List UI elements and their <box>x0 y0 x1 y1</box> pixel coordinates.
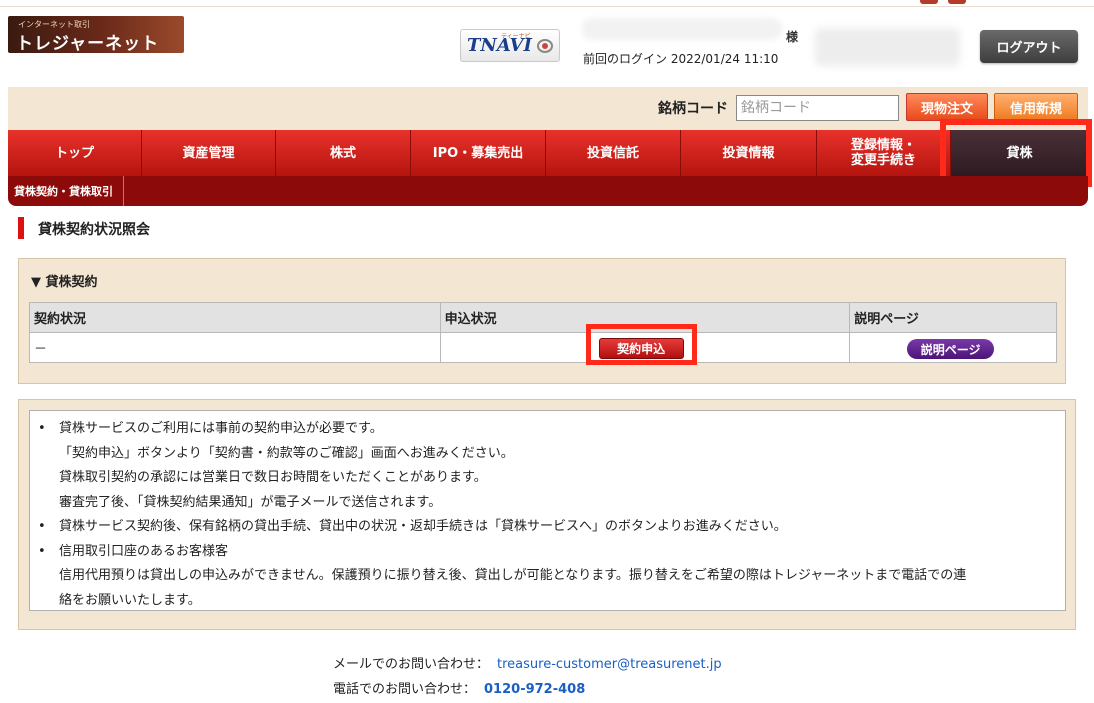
honorific: 様 <box>786 30 799 44</box>
note-line: • 貸株サービス契約後、保有銘柄の貸出手続、貸出中の状況・返却手続きは「貸株サービ… <box>38 515 1059 540</box>
column-header: 契約状況 <box>29 302 441 333</box>
contract-status: － <box>34 342 48 357</box>
subnav-lending-contract[interactable]: 貸株契約・貸株取引 <box>14 176 124 206</box>
stock-code-input[interactable] <box>736 95 899 121</box>
sub-nav: 貸株契約・貸株取引 <box>8 176 1088 206</box>
contract-status-cell: － <box>29 332 441 363</box>
header-divider <box>0 6 1094 7</box>
contract-panel: ▼ 貸株契約 契約状況 申込状況 説明ページ － 契約申込 説明ページ <box>18 258 1066 384</box>
application-status-cell: 契約申込 <box>439 324 851 365</box>
nav-top[interactable]: トップ <box>8 130 142 176</box>
table-header-row: 契約状況 申込状況 説明ページ <box>29 302 1057 333</box>
note-text: 絡をお願いいたします。 <box>59 592 201 608</box>
note-text: 貸株サービス契約後、保有銘柄の貸出手続、貸出中の状況・返却手続きは「貸株サービス… <box>59 519 787 534</box>
note-line: • 信用取引口座のあるお客様客 <box>38 540 1059 565</box>
margin-new-button[interactable]: 信用新規 <box>994 93 1078 121</box>
note-line: 審査完了後、「貸株契約結果通知」が電子メールで送信されます。 <box>38 491 1059 516</box>
nav-ipo[interactable]: IPO・募集売出 <box>411 130 546 176</box>
note-text: 貸株サービスのご利用には事前の契約申込が必要です。 <box>59 421 383 436</box>
nav-registration[interactable]: 登録情報・ 変更手続き <box>817 130 951 176</box>
note-text: 信用代用預りは貸出しの申込みができません。保護預りに振り替え後、貸出しが可能とな… <box>59 568 967 583</box>
nav-stocks[interactable]: 株式 <box>276 130 411 176</box>
last-login-value: 2022/01/24 11:10 <box>670 52 779 66</box>
note-line: 絡をお願いいたします。 <box>38 589 1059 614</box>
note-line: 信用代用預りは貸出しの申込みができません。保護預りに振り替え後、貸出しが可能とな… <box>38 564 1059 589</box>
table-row: － 契約申込 説明ページ <box>29 324 1057 365</box>
main-nav: トップ 資産管理 株式 IPO・募集売出 投資信託 投資情報 登録情報・ 変更手… <box>8 130 1088 176</box>
note-text: 「契約申込」ボタンより「契約書・約款等のご確認」画面へお進みください。 <box>59 445 514 461</box>
apply-highlight-box <box>585 324 697 365</box>
tel-contact-label: 電話でのお問い合わせ： <box>333 682 477 697</box>
mail-contact-label: メールでのお問い合わせ： <box>333 657 490 672</box>
note-text: 信用取引口座のあるお客様客 <box>59 543 229 559</box>
nav-funds[interactable]: 投資信託 <box>546 130 681 176</box>
contact-footer: メールでのお問い合わせ： treasure-customer@treasurene… <box>333 652 722 702</box>
notes-panel: • 貸株サービスのご利用には事前の契約申込が必要です。 「契約申込」ボタンより「契… <box>18 399 1076 630</box>
explain-cell: 説明ページ <box>849 332 1057 363</box>
nav-assets[interactable]: 資産管理 <box>142 130 276 176</box>
tnavi-logo-text: TNAVI <box>467 35 532 56</box>
redacted-username <box>582 18 782 40</box>
note-line: 「契約申込」ボタンより「契約書・約款等のご確認」画面へお進みください。 <box>38 442 1059 467</box>
note-text: 貸株取引契約の承認には営業日で数日お時間をいただくことがあります。 <box>59 470 487 485</box>
logo-title: トレジャーネット <box>16 34 160 54</box>
note-line: 貸株取引契約の承認には営業日で数日お時間をいただくことがあります。 <box>38 466 1059 491</box>
title-accent <box>18 217 24 239</box>
bullet: • <box>38 543 46 559</box>
last-login-label: 前回のログイン <box>583 52 668 66</box>
tel-contact: 電話でのお問い合わせ： 0120-972-408 <box>333 677 722 702</box>
explain-page-button[interactable]: 説明ページ <box>907 339 995 359</box>
quick-order-bar: 銘柄コード 現物注文 信用新規 <box>8 87 1088 130</box>
nav-market-info[interactable]: 投資情報 <box>681 130 817 176</box>
bullet: • <box>38 421 46 436</box>
corner-decoration <box>920 0 980 4</box>
note-line: • 貸株サービスのご利用には事前の契約申込が必要です。 <box>38 417 1059 442</box>
spot-order-button[interactable]: 現物注文 <box>906 93 988 121</box>
stock-code-label: 銘柄コード <box>658 101 728 117</box>
tel-contact-number[interactable]: 0120-972-408 <box>484 682 585 697</box>
mail-contact-link[interactable]: treasure-customer@treasurenet.jp <box>497 657 722 672</box>
eye-icon <box>537 39 553 53</box>
page-title: 貸株契約状況照会 <box>38 222 150 238</box>
contract-section-heading[interactable]: ▼ 貸株契約 <box>31 271 98 290</box>
contract-table: 契約状況 申込状況 説明ページ － 契約申込 説明ページ <box>29 302 1057 365</box>
mail-contact: メールでのお問い合わせ： treasure-customer@treasurene… <box>333 652 722 677</box>
column-header: 説明ページ <box>849 302 1057 333</box>
notes-box: • 貸株サービスのご利用には事前の契約申込が必要です。 「契約申込」ボタンより「契… <box>29 410 1066 611</box>
tnavi-banner[interactable]: ティーナビ TNAVI <box>460 29 560 62</box>
bullet: • <box>38 519 46 534</box>
note-text: 審査完了後、「貸株契約結果通知」が電子メールで送信されます。 <box>59 494 442 510</box>
logout-button[interactable]: ログアウト <box>980 30 1078 63</box>
brand-logo[interactable]: インターネット取引 トレジャーネット <box>8 16 184 54</box>
redacted-account <box>815 28 960 66</box>
last-login: 前回のログイン 2022/01/24 11:10 <box>583 50 778 67</box>
